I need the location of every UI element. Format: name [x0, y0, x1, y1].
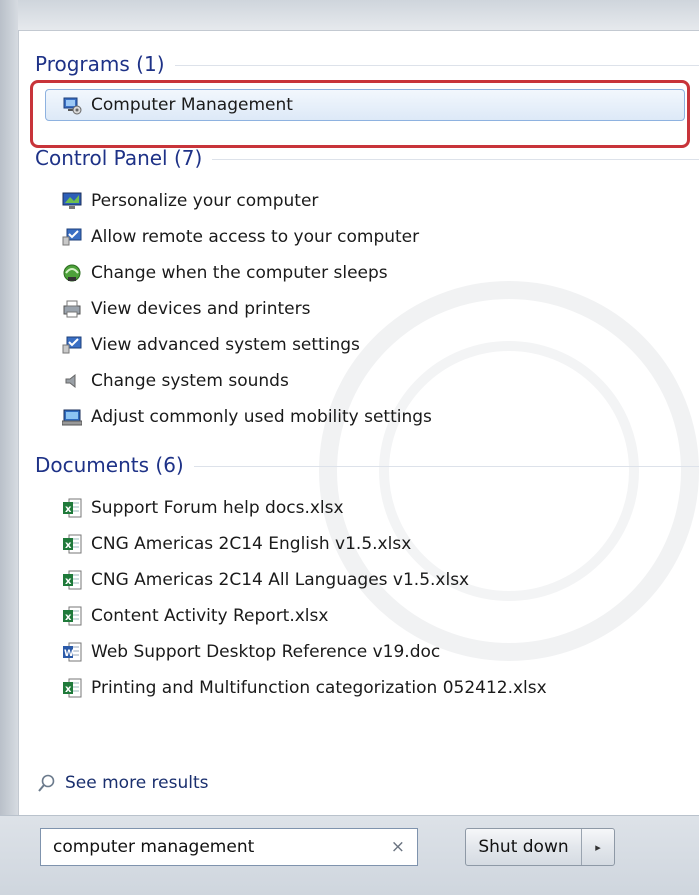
search-icon [37, 773, 57, 793]
result-system-sounds[interactable]: Change system sounds [61, 366, 691, 396]
result-document[interactable]: x CNG Americas 2C14 English v1.5.xlsx [61, 529, 691, 559]
documents-heading[interactable]: Documents (6) [35, 450, 699, 480]
result-power-sleep[interactable]: Change when the computer sleeps [61, 258, 691, 288]
result-personalize[interactable]: Personalize your computer [61, 186, 691, 216]
result-document[interactable]: x Printing and Multifunction categorizat… [61, 673, 691, 703]
result-document[interactable]: x Content Activity Report.xlsx [61, 601, 691, 631]
result-remote-access[interactable]: Allow remote access to your computer [61, 222, 691, 252]
programs-heading-label: Programs (1) [35, 52, 165, 76]
excel-file-icon: x [61, 534, 83, 554]
window-left-edge [0, 0, 18, 815]
speaker-icon [61, 371, 83, 391]
result-label: Change when the computer sleeps [91, 263, 388, 283]
excel-file-icon: x [61, 606, 83, 626]
excel-file-icon: x [61, 570, 83, 590]
annotation-highlight-box [30, 80, 690, 148]
word-file-icon: W [61, 642, 83, 662]
svg-text:x: x [65, 576, 72, 587]
result-label: Adjust commonly used mobility settings [91, 407, 432, 427]
svg-text:x: x [65, 612, 72, 623]
shutdown-button-group: Shut down ▸ [465, 828, 615, 866]
svg-text:x: x [65, 684, 72, 695]
search-results-pane: Programs (1) Computer Management Control… [18, 30, 699, 817]
result-label: CNG Americas 2C14 All Languages v1.5.xls… [91, 570, 470, 590]
mobility-center-icon [61, 407, 83, 427]
svg-text:W: W [64, 649, 74, 659]
result-label: CNG Americas 2C14 English v1.5.xlsx [91, 534, 412, 554]
result-advanced-system[interactable]: View advanced system settings [61, 330, 691, 360]
divider [174, 64, 699, 66]
excel-file-icon: x [61, 678, 83, 698]
result-label: Content Activity Report.xlsx [91, 606, 329, 626]
system-icon [61, 335, 83, 355]
search-input[interactable]: computer management × [40, 828, 418, 866]
clear-search-icon[interactable]: × [391, 837, 405, 857]
result-label: View devices and printers [91, 299, 311, 319]
result-label: Allow remote access to your computer [91, 227, 420, 247]
result-label: Web Support Desktop Reference v19.doc [91, 642, 441, 662]
documents-heading-label: Documents (6) [35, 453, 184, 477]
see-more-results-link[interactable]: See more results [37, 769, 209, 797]
result-label: Printing and Multifunction categorizatio… [91, 678, 547, 698]
result-label: View advanced system settings [91, 335, 360, 355]
result-label: Change system sounds [91, 371, 289, 391]
control-panel-heading-label: Control Panel (7) [35, 146, 203, 170]
result-label: Personalize your computer [91, 191, 319, 211]
printer-icon [61, 299, 83, 319]
programs-heading[interactable]: Programs (1) [35, 49, 699, 79]
result-document[interactable]: W Web Support Desktop Reference v19.doc [61, 637, 691, 667]
title-strip [0, 0, 699, 30]
divider [212, 158, 699, 160]
remote-access-icon [61, 227, 83, 247]
see-more-label: See more results [65, 773, 209, 793]
result-label: Support Forum help docs.xlsx [91, 498, 344, 518]
divider [193, 465, 699, 467]
power-options-icon [61, 263, 83, 283]
result-devices-printers[interactable]: View devices and printers [61, 294, 691, 324]
personalize-icon [61, 191, 83, 211]
shutdown-button[interactable]: Shut down [466, 829, 582, 865]
result-document[interactable]: x CNG Americas 2C14 All Languages v1.5.x… [61, 565, 691, 595]
search-input-text: computer management [53, 837, 255, 857]
svg-text:x: x [65, 504, 72, 515]
shutdown-options-arrow-icon[interactable]: ▸ [582, 829, 614, 865]
result-document[interactable]: x Support Forum help docs.xlsx [61, 493, 691, 523]
excel-file-icon: x [61, 498, 83, 518]
result-mobility-settings[interactable]: Adjust commonly used mobility settings [61, 402, 691, 432]
svg-text:x: x [65, 540, 72, 551]
